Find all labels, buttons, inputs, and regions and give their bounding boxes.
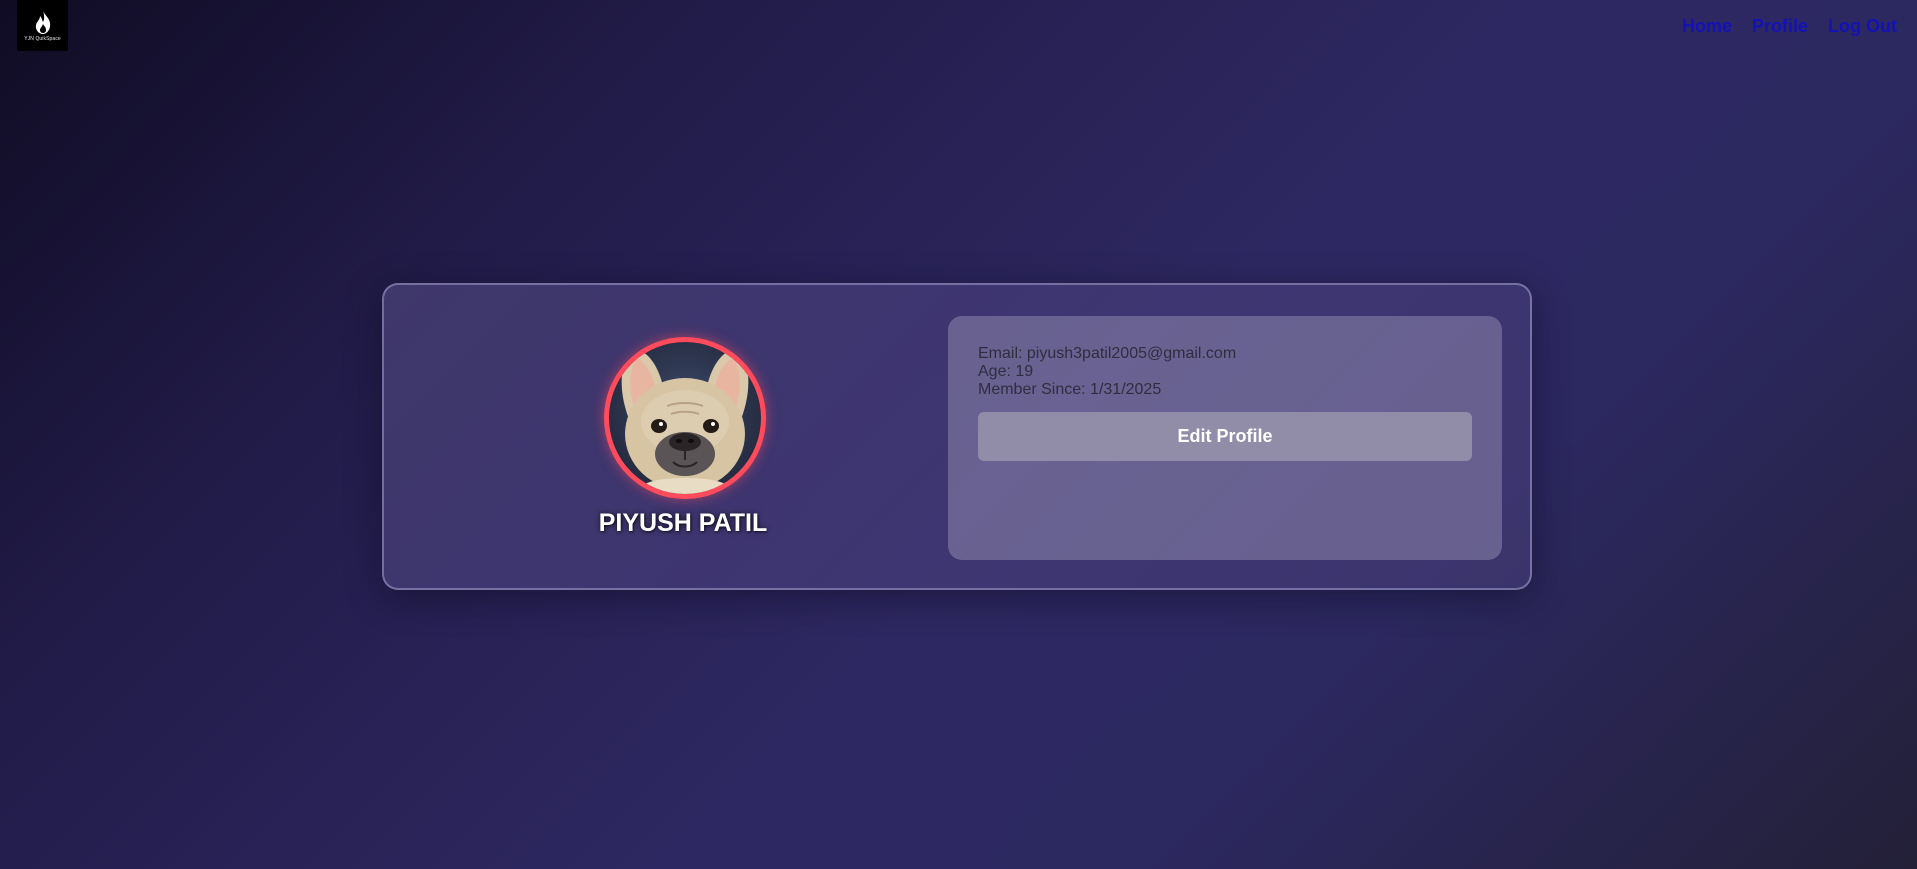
edit-profile-button[interactable]: Edit Profile	[978, 412, 1472, 461]
flame-icon	[35, 10, 50, 34]
email-value: piyush3patil2005@gmail.com	[1026, 345, 1237, 362]
email-row: Email: piyush3patil2005@gmail.com	[978, 345, 1236, 363]
member-since-label: Member Since:	[978, 381, 1086, 398]
age-row: Age: 19	[978, 363, 1236, 381]
user-name: PIYUSH PATIL	[598, 509, 768, 537]
logo-text: YJN QuikSpace	[24, 36, 61, 42]
profile-card: PIYUSH PATIL Email: piyush3patil2005@gma…	[382, 283, 1532, 590]
french-bulldog-avatar	[621, 348, 749, 494]
member-since-row: Member Since: 1/31/2025	[978, 381, 1236, 399]
email-label: Email:	[978, 345, 1023, 362]
age-value: 19	[1015, 363, 1034, 380]
nav-home-link[interactable]: Home	[1682, 16, 1732, 37]
profile-identity: PIYUSH PATIL	[384, 285, 982, 588]
profile-info-panel: Email: piyush3patil2005@gmail.com Age: 1…	[948, 316, 1502, 560]
member-since-value: 1/31/2025	[1090, 381, 1162, 398]
age-label: Age:	[978, 363, 1011, 380]
nav-logout-link[interactable]: Log Out	[1828, 16, 1897, 37]
nav-profile-link[interactable]: Profile	[1752, 16, 1808, 37]
top-nav: Home Profile Log Out	[1682, 16, 1897, 37]
app-logo[interactable]: YJN QuikSpace	[17, 0, 68, 51]
profile-details: Email: piyush3patil2005@gmail.com Age: 1…	[978, 345, 1236, 399]
avatar	[604, 337, 766, 499]
